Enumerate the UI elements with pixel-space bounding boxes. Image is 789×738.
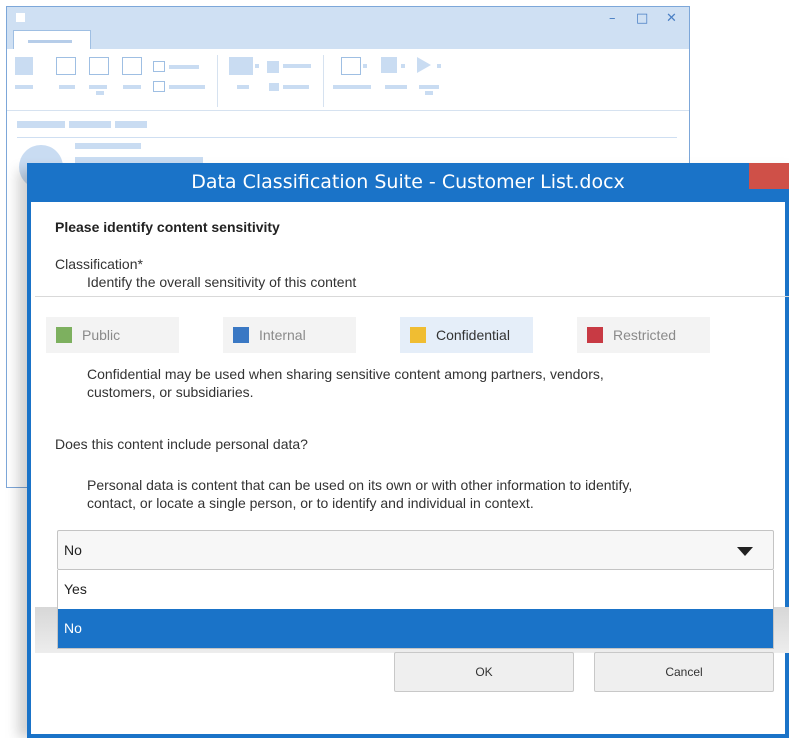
ribbon-button-icon[interactable] [89, 57, 109, 75]
classification-label: Classification* [55, 256, 143, 272]
dropdown-list: Yes No [57, 570, 774, 649]
ribbon-toolbar [7, 49, 689, 111]
play-icon[interactable] [417, 57, 431, 73]
divider [35, 296, 789, 297]
dialog-title: Data Classification Suite - Customer Lis… [31, 163, 785, 202]
ribbon-button-icon[interactable] [56, 57, 76, 75]
option-label: Confidential [436, 327, 510, 343]
ribbon-button-icon[interactable] [122, 57, 142, 75]
personal-data-question: Does this content include personal data? [55, 436, 308, 452]
classification-description: Confidential may be used when sharing se… [87, 366, 604, 382]
option-label: Internal [259, 327, 306, 343]
app-icon [16, 13, 25, 22]
maximize-icon[interactable]: □ [636, 11, 648, 26]
green-swatch-icon [56, 327, 72, 343]
personal-data-hint: Personal data is content that can be use… [87, 477, 633, 493]
red-swatch-icon [587, 327, 603, 343]
minimize-icon[interactable]: – [609, 11, 616, 26]
dropdown-value: No [64, 542, 82, 558]
dialog-heading: Please identify content sensitivity [55, 219, 280, 235]
classification-option-restricted[interactable]: Restricted [577, 317, 710, 353]
classification-option-confidential[interactable]: Confidential [400, 317, 533, 353]
ok-button[interactable]: OK [394, 652, 574, 692]
dialog-close-button[interactable] [749, 163, 789, 189]
option-label: Public [82, 327, 121, 343]
chevron-down-icon[interactable] [737, 547, 753, 556]
classification-hint: Identify the overall sensitivity of this… [87, 274, 357, 290]
blue-swatch-icon [233, 327, 249, 343]
ribbon-button-icon[interactable] [341, 57, 361, 75]
cancel-button[interactable]: Cancel [594, 652, 774, 692]
yellow-swatch-icon [410, 327, 426, 343]
personal-data-hint-cont: contact, or locate a single person, or t… [87, 495, 534, 511]
classification-description-cont: customers, or subsidiaries. [87, 384, 254, 400]
dropdown-option-yes[interactable]: Yes [58, 570, 773, 609]
styles-icon[interactable] [229, 57, 253, 75]
classification-dialog: Data Classification Suite - Customer Lis… [27, 163, 789, 738]
dropdown-option-no[interactable]: No [58, 609, 773, 648]
background-title-bar: – □ ✕ [7, 7, 689, 50]
paste-icon[interactable] [15, 57, 33, 75]
classification-option-internal[interactable]: Internal [223, 317, 356, 353]
option-label: Restricted [613, 327, 677, 343]
grid-icon[interactable] [381, 57, 397, 73]
close-icon[interactable]: ✕ [666, 11, 677, 26]
personal-data-dropdown[interactable]: No [57, 530, 774, 570]
classification-option-public[interactable]: Public [46, 317, 179, 353]
ribbon-tab[interactable] [13, 30, 91, 50]
